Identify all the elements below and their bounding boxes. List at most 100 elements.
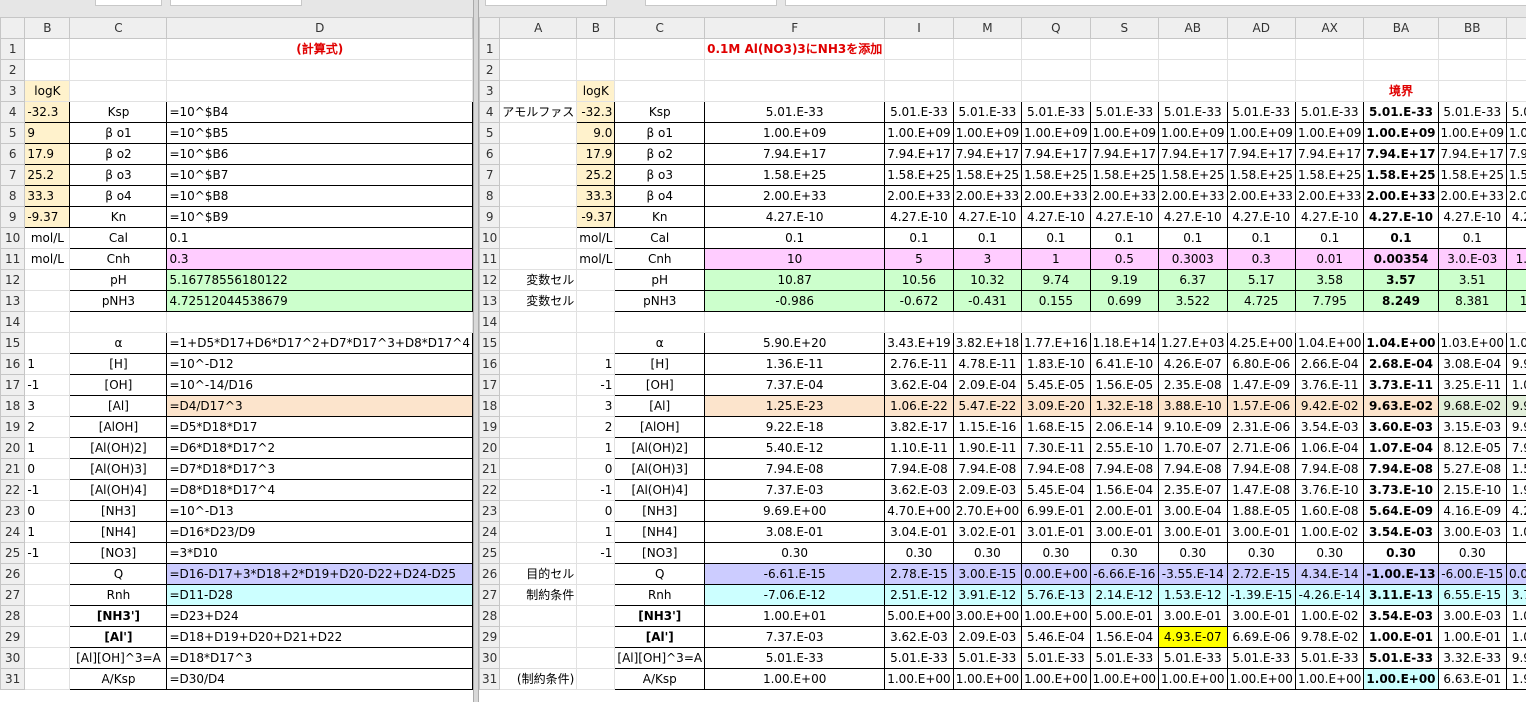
cell-AB15[interactable]: 1.27.E+03 <box>1158 332 1228 354</box>
cell-AX24[interactable]: 1.00.E-02 <box>1294 521 1365 543</box>
cell-D14[interactable] <box>166 311 473 333</box>
cell-B25[interactable]: -1 <box>576 542 616 564</box>
cell-A23[interactable] <box>499 500 578 522</box>
cell-C7[interactable]: β o3 <box>69 164 168 186</box>
cell-AD22[interactable]: 1.47.E-08 <box>1226 479 1296 501</box>
cell-AX13[interactable]: 7.795 <box>1294 290 1365 312</box>
cell-AB30[interactable]: 5.01.E-33 <box>1158 647 1228 669</box>
cell-F8[interactable]: 2.00.E+33 <box>704 185 886 207</box>
cell-B22[interactable]: -1 <box>24 479 71 501</box>
cell-F31[interactable]: 1.00.E+00 <box>704 668 886 690</box>
cell-B7[interactable]: 25.2 <box>24 164 71 186</box>
cell-B29[interactable] <box>576 626 616 648</box>
cell-M21[interactable]: 7.94.E-08 <box>952 458 1023 480</box>
row-header[interactable]: 17 <box>479 374 501 396</box>
cell-F16[interactable]: 1.36.E-11 <box>704 353 886 375</box>
cell-S1[interactable] <box>1089 38 1160 60</box>
row-header[interactable]: 23 <box>0 500 26 522</box>
cell-A19[interactable] <box>499 416 578 438</box>
row-header[interactable]: 9 <box>479 206 501 228</box>
row-header[interactable]: 3 <box>479 80 501 102</box>
cell-F6[interactable]: 7.94.E+17 <box>704 143 886 165</box>
row-header[interactable]: 26 <box>0 563 26 585</box>
cell-F14[interactable] <box>704 311 886 333</box>
cell-A15[interactable] <box>499 332 578 354</box>
cell-F21[interactable]: 7.94.E-08 <box>704 458 886 480</box>
cell-AX18[interactable]: 9.42.E-02 <box>1294 395 1365 417</box>
cell-AB4[interactable]: 5.01.E-33 <box>1158 101 1228 123</box>
cell-Q26[interactable]: 0.00.E+00 <box>1021 563 1091 585</box>
cell-S3[interactable] <box>1089 80 1160 102</box>
cell-C24[interactable]: [NH4] <box>614 521 706 543</box>
cell-Q24[interactable]: 3.01.E-01 <box>1021 521 1091 543</box>
cell-BA3[interactable]: 境界 <box>1363 80 1439 102</box>
row-header[interactable]: 11 <box>0 248 26 270</box>
cell-C19[interactable]: [AlOH] <box>69 416 168 438</box>
cell-AB24[interactable]: 3.00.E-01 <box>1158 521 1228 543</box>
cell-BA14[interactable] <box>1363 311 1439 333</box>
cell-A28[interactable] <box>499 605 578 627</box>
cell-F25[interactable]: 0.30 <box>704 542 886 564</box>
column-header-B[interactable]: B <box>24 17 71 39</box>
cell-D5[interactable]: =10^$B5 <box>166 122 473 144</box>
cell-C26[interactable]: Q <box>69 563 168 585</box>
cell-C5[interactable]: β o1 <box>614 122 706 144</box>
cell-B28[interactable] <box>576 605 616 627</box>
cell-C22[interactable]: [Al(OH)4] <box>614 479 706 501</box>
cell-BA19[interactable]: 3.60.E-03 <box>1363 416 1439 438</box>
cell-BE22[interactable]: 1.99.E-12 <box>1505 479 1526 501</box>
cell-BB20[interactable]: 8.12.E-05 <box>1437 437 1507 459</box>
cell-F28[interactable]: 1.00.E+01 <box>704 605 886 627</box>
cell-AD25[interactable]: 0.30 <box>1226 542 1296 564</box>
cell-B15[interactable] <box>24 332 71 354</box>
row-header[interactable]: 28 <box>479 605 501 627</box>
cell-F27[interactable]: -7.06.E-12 <box>704 584 886 606</box>
cell-A22[interactable] <box>499 479 578 501</box>
column-header-Q[interactable]: Q <box>1021 17 1091 39</box>
cell-M10[interactable]: 0.1 <box>952 227 1023 249</box>
cell-Q20[interactable]: 7.30.E-11 <box>1021 437 1091 459</box>
row-header[interactable]: 5 <box>0 122 26 144</box>
cell-A14[interactable] <box>499 311 578 333</box>
column-header-S[interactable]: S <box>1089 17 1160 39</box>
row-header[interactable]: 25 <box>0 542 26 564</box>
row-header[interactable]: 6 <box>479 143 501 165</box>
cell-F23[interactable]: 9.69.E+00 <box>704 500 886 522</box>
cell-M2[interactable] <box>952 59 1023 81</box>
cell-BE23[interactable]: 4.27.E-12 <box>1505 500 1526 522</box>
cell-B27[interactable] <box>24 584 71 606</box>
right-tab-stub-2[interactable] <box>645 0 777 6</box>
cell-BE4[interactable]: 5.01.E-33 <box>1505 101 1526 123</box>
cell-C5[interactable]: β o1 <box>69 122 168 144</box>
cell-D18[interactable]: =D4/D17^3 <box>166 395 473 417</box>
row-header[interactable]: 8 <box>0 185 26 207</box>
cell-M3[interactable] <box>952 80 1023 102</box>
cell-C11[interactable]: Cnh <box>614 248 706 270</box>
cell-Q15[interactable]: 1.77.E+16 <box>1021 332 1091 354</box>
row-header[interactable]: 16 <box>479 353 501 375</box>
formula-bar-stub[interactable] <box>785 0 1526 6</box>
cell-AD17[interactable]: 1.47.E-09 <box>1226 374 1296 396</box>
cell-BB10[interactable]: 0.1 <box>1437 227 1507 249</box>
cell-AX29[interactable]: 9.78.E-02 <box>1294 626 1365 648</box>
cell-AX11[interactable]: 0.01 <box>1294 248 1365 270</box>
row-header[interactable]: 2 <box>0 59 26 81</box>
cell-A17[interactable] <box>499 374 578 396</box>
cell-C20[interactable]: [Al(OH)2] <box>69 437 168 459</box>
cell-I13[interactable]: -0.672 <box>884 290 954 312</box>
cell-AB14[interactable] <box>1158 311 1228 333</box>
row-header[interactable]: 5 <box>479 122 501 144</box>
cell-AB23[interactable]: 3.00.E-04 <box>1158 500 1228 522</box>
row-header[interactable]: 11 <box>479 248 501 270</box>
cell-C9[interactable]: Kn <box>614 206 706 228</box>
cell-C25[interactable]: [NO3] <box>69 542 168 564</box>
cell-BE17[interactable]: 1.00.E-11 <box>1505 374 1526 396</box>
cell-B19[interactable]: 2 <box>24 416 71 438</box>
cell-AX20[interactable]: 1.06.E-04 <box>1294 437 1365 459</box>
cell-AB8[interactable]: 2.00.E+33 <box>1158 185 1228 207</box>
cell-M27[interactable]: 3.91.E-12 <box>952 584 1023 606</box>
cell-C18[interactable]: [Al] <box>614 395 706 417</box>
cell-Q5[interactable]: 1.00.E+09 <box>1021 122 1091 144</box>
cell-BB3[interactable] <box>1437 80 1507 102</box>
cell-BB28[interactable]: 3.00.E-03 <box>1437 605 1507 627</box>
